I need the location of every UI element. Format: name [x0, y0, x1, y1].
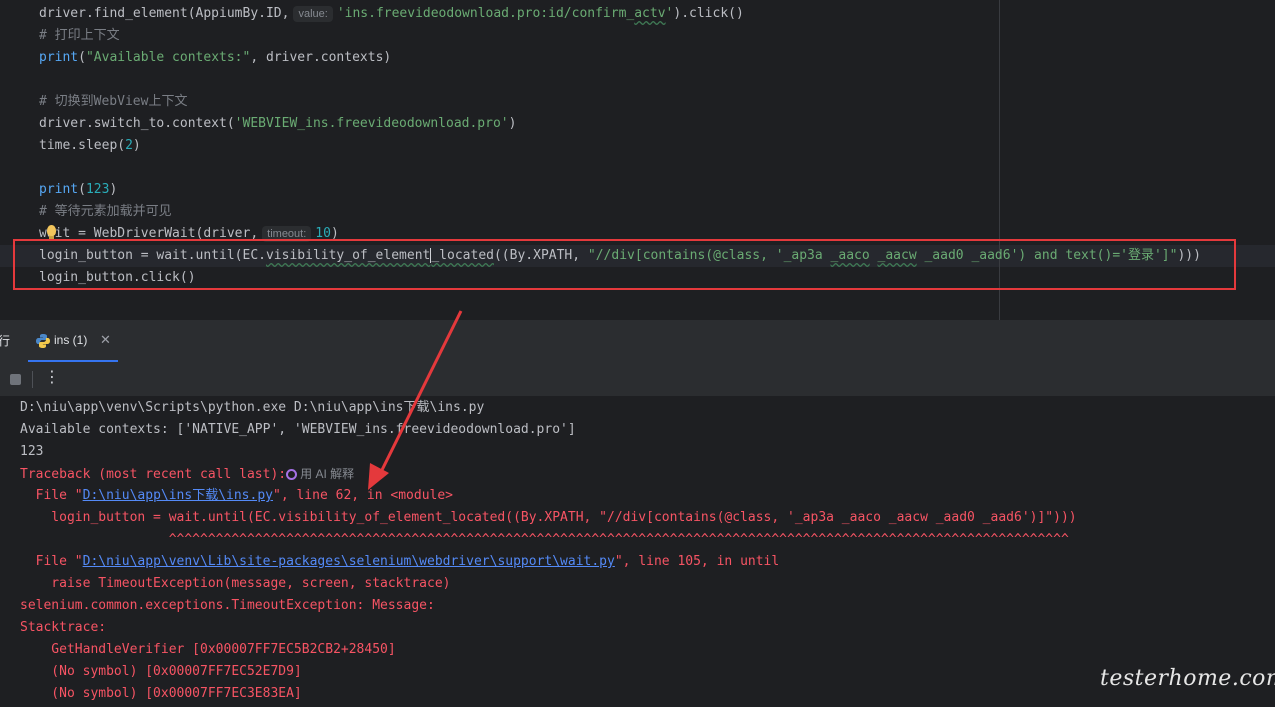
code-line: driver.find_element(AppiumBy.ID, value:'i… — [39, 3, 744, 25]
code-token: ^^^^^^^^^^^^^^^^^^^^^^^^^^^^^^^^^^^^^^^^… — [20, 532, 1069, 547]
code-token: Traceback (most recent call last): — [20, 467, 287, 482]
console-line: raise TimeoutException(message, screen, … — [20, 573, 450, 595]
code-token: (No symbol) [0x00007FF7EC52E7D9] — [20, 664, 302, 679]
file-path-link[interactable]: D:\niu\app\venv\Lib\site-packages\seleni… — [83, 554, 615, 569]
string-literal: "//div[contains(@class, '_ap3a — [587, 248, 831, 263]
code-token: print — [39, 50, 79, 65]
code-line: login_button = wait.until(EC.visibility_… — [39, 245, 1201, 267]
console-line: File "D:\niu\app\venv\Lib\site-packages\… — [20, 551, 780, 573]
code-line: print("Available contexts:", driver.cont… — [39, 47, 391, 69]
toolbar-divider — [32, 371, 33, 388]
code-line: # 打印上下文 — [39, 25, 120, 47]
tab-partial-label[interactable]: 行 — [0, 332, 10, 349]
code-token: ", line 105, in until — [614, 554, 780, 569]
code-line: driver.switch_to.context('WEBVIEW_ins.fr… — [39, 113, 516, 135]
code-editor[interactable]: driver.find_element(AppiumBy.ID, value:'i… — [0, 0, 1275, 320]
console-line: (No symbol) [0x00007FF7EC3E83EA] — [20, 683, 302, 705]
number-literal: 123 — [85, 182, 110, 197]
number-literal: 10 — [315, 226, 331, 241]
code-token: wait = WebDriverWait(driver, — [39, 226, 259, 241]
console-line: Traceback (most recent call last): 用 AI 解… — [20, 463, 354, 485]
code-token: D:\niu\app\venv\Scripts\python.exe D:\ni… — [20, 400, 485, 415]
code-token: ( — [78, 50, 86, 65]
number-literal: 2 — [125, 138, 133, 153]
code-token: selenium.common.exceptions.TimeoutExcept… — [20, 598, 443, 613]
console-line: File "D:\niu\app\ins下载\ins.py", line 62,… — [20, 485, 453, 507]
code-token: 123 — [20, 444, 44, 459]
console-line: login_button = wait.until(EC.visibility_… — [20, 507, 1077, 529]
code-token: print — [39, 182, 79, 197]
code-token: ) — [109, 182, 118, 197]
code-token: login_button = wait.until(EC.visibility_… — [20, 510, 1077, 525]
code-token: ))) — [1177, 248, 1201, 263]
code-token: ", line 62, in <module> — [273, 488, 454, 503]
code-token: File " — [20, 554, 83, 569]
console-line: selenium.common.exceptions.TimeoutExcept… — [20, 595, 443, 617]
code-comment: # 打印上下文 — [39, 28, 120, 43]
right-margin-guide — [999, 0, 1000, 320]
stop-icon[interactable] — [10, 374, 21, 385]
code-line: print(123) — [39, 179, 117, 201]
code-line: wait = WebDriverWait(driver, timeout: 10) — [39, 223, 339, 245]
string-literal: _aaco — [830, 248, 870, 263]
code-token: ((By.XPATH, — [493, 248, 588, 263]
run-toolbar: ⋮ — [0, 362, 1275, 396]
code-token: visibility_of_element — [265, 248, 431, 263]
code-token: time.sleep( — [39, 138, 126, 153]
code-token: _located — [431, 248, 494, 263]
explain-with-ai-button[interactable]: 用 AI 解释 — [286, 467, 354, 481]
code-token: (No symbol) [0x00007FF7EC3E83EA] — [20, 686, 302, 701]
code-comment: # 切换到WebView上下文 — [39, 94, 188, 109]
watermark-text: testerhome.com — [1100, 666, 1275, 691]
tab-label: ins (1) — [54, 333, 88, 347]
tab-ins-run[interactable]: ins (1) ✕ — [28, 320, 118, 362]
code-token: File " — [20, 488, 83, 503]
code-token: driver.find_element(AppiumBy.ID, — [39, 6, 290, 21]
lightbulb-icon[interactable] — [47, 225, 56, 239]
code-line: login_button.click() — [39, 267, 196, 289]
string-literal: actv — [634, 6, 666, 21]
code-token: GetHandleVerifier [0x00007FF7EC5B2CB2+28… — [20, 642, 396, 657]
string-literal: 'WEBVIEW_ins.freevideodownload.pro' — [234, 116, 509, 131]
string-literal: _aad0 _aad6') and text()='登录']" — [916, 248, 1178, 263]
string-literal — [870, 248, 878, 263]
code-line: # 切换到WebView上下文 — [39, 91, 187, 113]
code-token: ) — [330, 226, 339, 241]
console-line: ^^^^^^^^^^^^^^^^^^^^^^^^^^^^^^^^^^^^^^^^… — [20, 529, 1069, 551]
string-literal: _aacw — [877, 248, 917, 263]
string-literal: 'ins.freevideodownload.pro:id/confirm_ — [336, 6, 635, 21]
code-token: , driver.contexts) — [250, 50, 392, 65]
code-token: ) — [132, 138, 141, 153]
more-options-icon[interactable]: ⋮ — [44, 368, 60, 388]
code-line: # 等待元素加载并可见 — [39, 201, 172, 223]
parameter-hint: timeout: — [262, 226, 312, 242]
string-literal: "Available contexts:" — [85, 50, 251, 65]
console-line: Available contexts: ['NATIVE_APP', 'WEBV… — [20, 419, 576, 441]
code-token: ( — [78, 182, 86, 197]
ai-assistant-icon — [286, 469, 298, 480]
code-token: login_button.click() — [39, 270, 196, 285]
python-icon — [36, 334, 50, 348]
console-line: GetHandleVerifier [0x00007FF7EC5B2CB2+28… — [20, 639, 396, 661]
code-token: raise TimeoutException(message, screen, … — [20, 576, 451, 591]
code-line: time.sleep(2) — [39, 135, 141, 157]
console-line: D:\niu\app\venv\Scripts\python.exe D:\ni… — [20, 397, 484, 419]
code-token: Stacktrace: — [20, 620, 107, 635]
close-icon[interactable]: ✕ — [100, 332, 111, 348]
code-token: login_button = wait.until(EC. — [39, 248, 266, 263]
file-path-link[interactable]: D:\niu\app\ins下载\ins.py — [83, 488, 273, 503]
ai-button-label: 用 AI 解释 — [300, 467, 355, 481]
code-token: Available contexts: ['NATIVE_APP', 'WEBV… — [20, 422, 576, 437]
console-line: Stacktrace: — [20, 617, 106, 639]
console-line: (No symbol) [0x00007FF7EC52E7D9] — [20, 661, 302, 683]
code-token: driver.switch_to.context( — [39, 116, 235, 131]
console-line: 123 — [20, 441, 43, 463]
run-tool-window-tabs: 行 ins (1) ✕ — [0, 320, 1275, 363]
console-output[interactable]: D:\niu\app\venv\Scripts\python.exe D:\ni… — [0, 396, 1275, 707]
code-comment: # 等待元素加载并可见 — [39, 204, 172, 219]
code-token: ) — [508, 116, 517, 131]
code-token: ).click() — [673, 6, 744, 21]
parameter-hint: value: — [293, 6, 333, 22]
